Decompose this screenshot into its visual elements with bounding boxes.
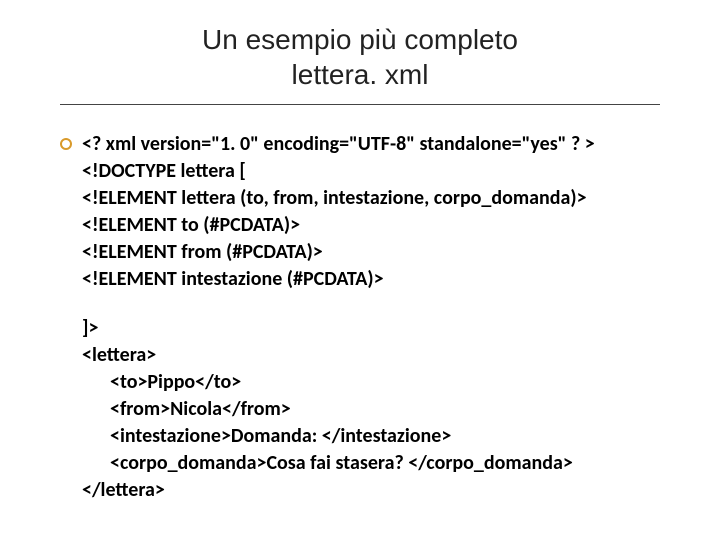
title-line-1: Un esempio più completo — [0, 22, 720, 57]
title-line-2: lettera. xml — [0, 57, 720, 92]
xml-instance-block: <lettera> <to>Pippo</to> <from>Nicola</f… — [60, 342, 660, 504]
xml-corpo-line: <corpo_domanda>Cosa fai stasera? </corpo… — [82, 450, 660, 477]
dtd-line-2: <!DOCTYPE lettera [ — [82, 158, 660, 185]
dtd-line-1: <? xml version="1. 0" encoding="UTF-8" s… — [82, 131, 660, 158]
dtd-line-4: <!ELEMENT to (#PCDATA)> — [82, 212, 660, 239]
xml-open-tag: <lettera> — [82, 342, 660, 369]
dtd-line-3: <!ELEMENT lettera (to, from, intestazion… — [82, 185, 660, 212]
dtd-close-bracket: ]> — [60, 315, 660, 342]
xml-from-line: <from>Nicola</from> — [82, 396, 660, 423]
slide-title: Un esempio più completo lettera. xml — [0, 0, 720, 100]
slide-body: <? xml version="1. 0" encoding="UTF-8" s… — [0, 105, 720, 504]
xml-close-tag: </lettera> — [82, 477, 660, 504]
xml-intestazione-line: <intestazione>Domanda: </intestazione> — [82, 423, 660, 450]
dtd-line-5: <!ELEMENT from (#PCDATA)> — [82, 239, 660, 266]
bullet-circle-icon — [60, 138, 72, 150]
xml-to-line: <to>Pippo</to> — [82, 369, 660, 396]
dtd-block: <? xml version="1. 0" encoding="UTF-8" s… — [82, 131, 660, 293]
dtd-bullet-row: <? xml version="1. 0" encoding="UTF-8" s… — [60, 131, 660, 293]
dtd-line-6: <!ELEMENT intestazione (#PCDATA)> — [82, 266, 660, 293]
